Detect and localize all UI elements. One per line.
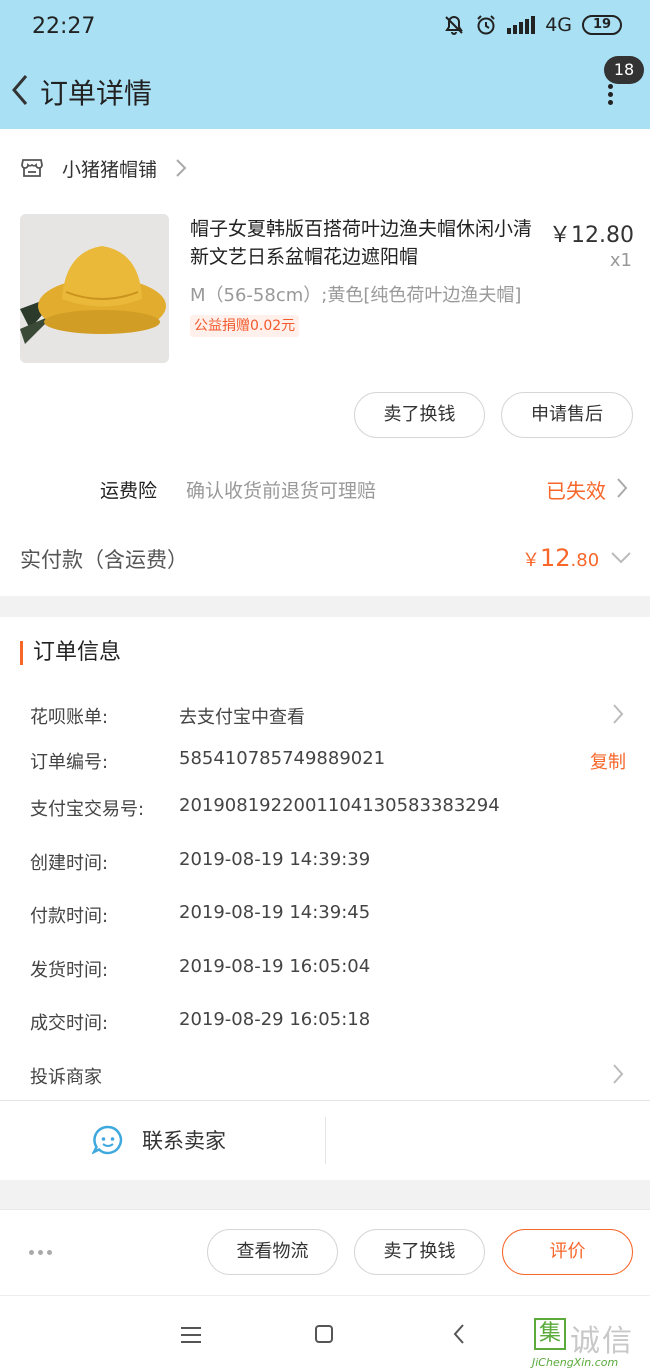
chevron-right-icon[interactable] xyxy=(612,1063,624,1085)
alipay-no-label: 支付宝交易号: xyxy=(30,799,145,820)
chevron-right-icon[interactable] xyxy=(616,477,628,499)
completed-label: 成交时间: xyxy=(30,1013,109,1034)
chat-bubble-icon xyxy=(92,1125,123,1155)
divider xyxy=(0,1100,650,1101)
product-spec: M（56-58cm）;黄色[纯色荷叶边渔夫帽] xyxy=(190,285,522,306)
shop-link[interactable]: 小猪猪帽铺 xyxy=(20,153,187,183)
insurance-label: 运费险 xyxy=(100,480,158,502)
message-count-badge: 18 xyxy=(604,56,644,84)
order-no-value: 585410785749889021 xyxy=(179,748,386,769)
hat-image-icon xyxy=(20,214,169,363)
contact-seller-button[interactable]: 联系卖家 xyxy=(92,1124,226,1156)
after-sale-button[interactable]: 申请售后 xyxy=(501,392,633,438)
chevron-down-icon[interactable] xyxy=(610,551,632,565)
status-time: 22:27 xyxy=(32,14,96,39)
huabei-label: 花呗账单: xyxy=(30,707,109,728)
bottom-action-bar: 查看物流 卖了换钱 评价 xyxy=(0,1209,650,1295)
watermark-logo: 集 xyxy=(534,1318,566,1350)
product-price: ￥12.80 xyxy=(549,223,634,248)
page-title: 订单详情 xyxy=(40,77,153,110)
sell-button[interactable]: 卖了换钱 xyxy=(354,1229,485,1275)
chevron-right-icon[interactable] xyxy=(612,703,624,725)
watermark-site: JiChengXin.com xyxy=(532,1356,619,1369)
paid-integer: 12 xyxy=(540,544,571,572)
network-type: 4G xyxy=(545,14,572,36)
menu-icon[interactable] xyxy=(181,1327,201,1348)
paid-decimal: .80 xyxy=(570,550,600,571)
battery-icon: 19 xyxy=(582,15,622,35)
back-icon[interactable] xyxy=(452,1323,466,1345)
insurance-desc: 确认收货前退货可理赔 xyxy=(186,480,377,502)
divider xyxy=(325,1117,326,1164)
watermark: 集 诚信 JiChengXin.com xyxy=(532,1316,648,1370)
more-actions-icon[interactable] xyxy=(29,1250,52,1255)
review-button[interactable]: 评价 xyxy=(502,1229,633,1275)
product-title[interactable]: 帽子女夏韩版百搭荷叶边渔夫帽休闲小清新文艺日系盆帽花边遮阳帽 xyxy=(190,215,545,271)
status-bar: 22:27 4G 19 xyxy=(0,0,650,56)
shop-name: 小猪猪帽铺 xyxy=(62,158,158,181)
shipped-label: 发货时间: xyxy=(30,960,109,981)
app-header: 22:27 4G 19 订单详情 18 xyxy=(0,0,650,129)
product-quantity: x1 xyxy=(609,250,632,271)
store-icon xyxy=(21,159,43,177)
order-no-label: 订单编号: xyxy=(30,752,109,773)
section-title: 订单信息 xyxy=(20,641,121,665)
more-menu-icon[interactable] xyxy=(606,84,614,106)
order-info-section: 订单信息 花呗账单: 去支付宝中查看 订单编号: 585410785749889… xyxy=(0,617,650,1180)
shipped-value: 2019-08-19 16:05:04 xyxy=(179,956,371,977)
sell-button[interactable]: 卖了换钱 xyxy=(354,392,485,438)
alarm-icon xyxy=(477,15,495,35)
back-arrow-icon[interactable] xyxy=(8,70,32,110)
home-icon[interactable] xyxy=(315,1325,333,1343)
view-logistics-button[interactable]: 查看物流 xyxy=(207,1229,338,1275)
product-image[interactable] xyxy=(20,214,169,363)
paid-time-label: 付款时间: xyxy=(30,906,109,927)
insurance-status[interactable]: 已失效 xyxy=(546,475,606,504)
chevron-right-icon xyxy=(176,159,187,177)
huabei-value[interactable]: 去支付宝中查看 xyxy=(179,703,305,729)
paid-amount: ￥12.80 xyxy=(522,544,599,572)
paid-currency: ￥ xyxy=(522,550,540,571)
contact-seller-label: 联系卖家 xyxy=(142,1129,226,1153)
order-card: 小猪猪帽铺 帽子女夏韩版百搭荷叶边渔夫帽休闲小清新文艺日系盆帽花边遮阳帽 ￥12… xyxy=(0,129,650,596)
copy-button[interactable]: 复制 xyxy=(590,748,626,774)
complain-seller-link[interactable]: 投诉商家 xyxy=(30,1063,102,1089)
mute-bell-icon xyxy=(445,15,464,35)
alipay-no-value: 2019081922001104130583383294 xyxy=(179,795,500,816)
created-value: 2019-08-19 14:39:39 xyxy=(179,849,371,870)
paid-time-value: 2019-08-19 14:39:45 xyxy=(179,902,371,923)
watermark-brand: 诚信 xyxy=(570,1324,634,1359)
completed-value: 2019-08-29 16:05:18 xyxy=(179,1009,371,1030)
paid-label: 实付款（含运费） xyxy=(20,548,188,572)
signal-icon xyxy=(507,16,536,34)
system-nav-bar: 集 诚信 JiChengXin.com xyxy=(0,1295,650,1372)
created-label: 创建时间: xyxy=(30,853,109,874)
charity-tag: 公益捐赠0.02元 xyxy=(190,315,300,337)
status-icons: 4G 19 xyxy=(443,14,622,36)
